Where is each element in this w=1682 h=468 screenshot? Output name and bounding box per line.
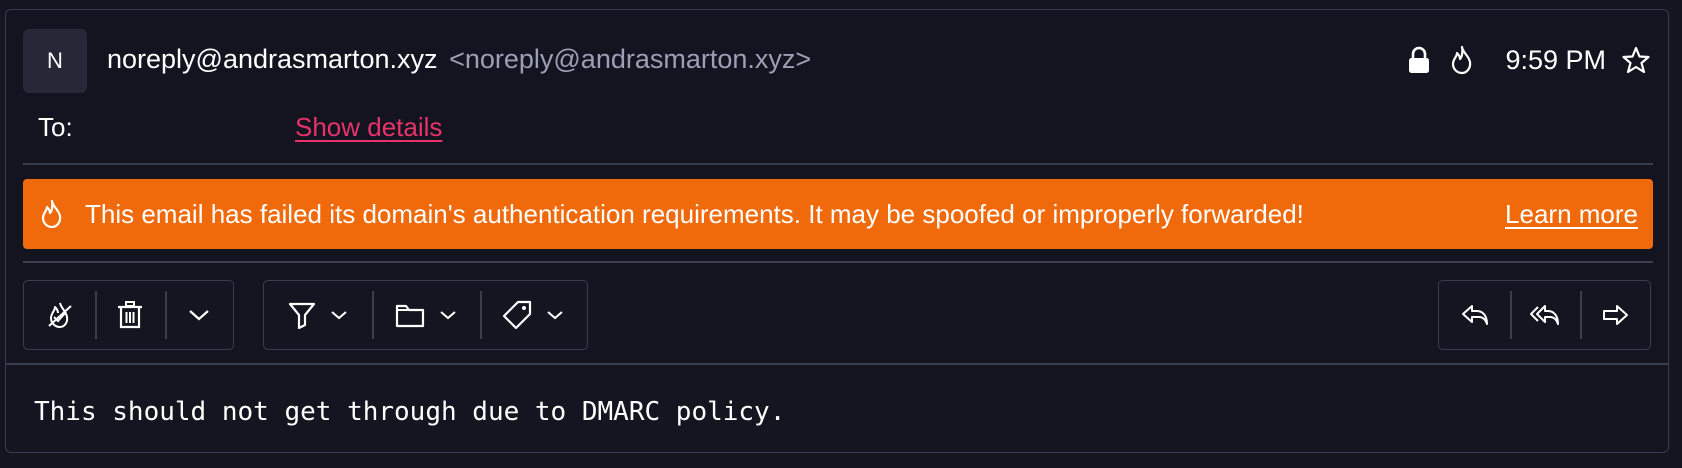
chevron-down-icon <box>188 308 210 322</box>
auth-warning-banner: This email has failed its domain's authe… <box>23 179 1653 249</box>
flame-icon <box>39 199 65 229</box>
tag-icon <box>502 300 532 330</box>
divider <box>23 163 1653 165</box>
divider <box>6 363 1668 365</box>
trash-icon <box>116 300 144 330</box>
sender-name[interactable]: noreply@andrasmarton.xyz <box>107 44 438 74</box>
forward-icon <box>1601 304 1629 326</box>
chevron-down-icon <box>330 309 348 321</box>
filter-button[interactable] <box>264 281 372 349</box>
reply-all-button[interactable] <box>1510 281 1580 349</box>
email-message-panel: N noreply@andrasmarton.xyz <noreply@andr… <box>5 9 1669 453</box>
star-icon[interactable] <box>1622 46 1650 74</box>
sender: noreply@andrasmarton.xyz <noreply@andras… <box>107 44 811 75</box>
banner-message: This email has failed its domain's authe… <box>85 198 1304 229</box>
move-to-folder-button[interactable] <box>372 281 480 349</box>
to-label: To: <box>38 112 73 142</box>
divider <box>23 261 1653 263</box>
avatar-initial: N <box>47 48 63 73</box>
actions-toolbar <box>23 280 234 350</box>
organize-toolbar <box>263 280 588 350</box>
filter-icon <box>288 301 316 329</box>
message-meta: 9:59 PM <box>1397 40 1650 80</box>
more-actions-button[interactable] <box>165 281 232 349</box>
reply-button[interactable] <box>1439 281 1510 349</box>
reply-toolbar <box>1438 280 1651 350</box>
delete-button[interactable] <box>95 281 165 349</box>
chevron-down-icon <box>439 309 457 321</box>
lock-icon <box>1407 46 1431 74</box>
learn-more-link[interactable]: Learn more <box>1505 199 1638 230</box>
folder-icon <box>395 302 425 328</box>
forward-button[interactable] <box>1580 281 1650 349</box>
message-time: 9:59 PM <box>1505 44 1606 75</box>
email-header: N noreply@andrasmarton.xyz <noreply@andr… <box>6 10 1668 363</box>
email-body: This should not get through due to DMARC… <box>34 397 786 427</box>
sender-address: <noreply@andrasmarton.xyz> <box>449 44 812 74</box>
show-details-link[interactable]: Show details <box>295 112 442 143</box>
label-button[interactable] <box>480 281 586 349</box>
not-spam-button[interactable] <box>24 281 95 349</box>
reply-icon <box>1461 304 1489 326</box>
reply-all-icon <box>1529 304 1561 326</box>
avatar: N <box>23 29 87 93</box>
chevron-down-icon <box>546 309 564 321</box>
flame-icon <box>1449 45 1475 75</box>
not-spam-icon <box>45 300 75 330</box>
